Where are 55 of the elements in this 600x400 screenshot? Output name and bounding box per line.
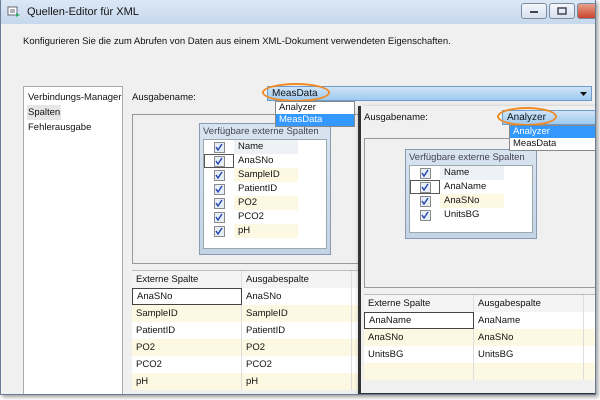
- table-cell: AnaSNo: [474, 329, 584, 346]
- checkbox[interactable]: [214, 142, 224, 152]
- output-name-dropdown[interactable]: MeasData: [267, 86, 592, 101]
- table-cell: pH: [132, 373, 242, 390]
- table-cell: PO2: [132, 339, 242, 356]
- sidebar-item[interactable]: Fehlerausgabe: [27, 120, 92, 135]
- dropdown-option[interactable]: MeasData: [510, 138, 595, 150]
- minimize-icon: [529, 8, 539, 14]
- column-header: Name: [234, 140, 298, 154]
- column-header: Externe Spalte: [132, 271, 242, 288]
- column-header: Ausgabespalte: [474, 295, 584, 312]
- panel-title: Verfügbare externe Spalten: [409, 152, 526, 164]
- window-title: Quellen-Editor für XML: [27, 6, 140, 18]
- dropdown-option[interactable]: Analyzer: [276, 102, 354, 114]
- table-cell-text: UnitsBG: [443, 208, 480, 222]
- table-cell: AnaSNo: [132, 288, 242, 305]
- checkbox[interactable]: [420, 168, 430, 178]
- sidebar-item[interactable]: Spalten: [27, 105, 62, 120]
- checkbox[interactable]: [214, 226, 224, 236]
- panel-title: Verfügbare externe Spalten: [203, 126, 320, 138]
- table-cell: SampleID: [242, 305, 352, 322]
- output-name-label: Ausgabename:: [132, 92, 197, 103]
- checkbox[interactable]: [420, 196, 430, 206]
- minimize-button[interactable]: [521, 3, 547, 19]
- maximize-icon: [557, 7, 567, 15]
- table-cell: AnaName: [364, 312, 474, 329]
- table-cell-text: PatientID: [237, 182, 278, 196]
- table-cell: pH: [234, 224, 298, 238]
- table-cell: SampleID: [234, 168, 298, 182]
- app-icon: [7, 6, 21, 18]
- table-cell: SampleID: [132, 305, 242, 322]
- description-text: Konfigurieren Sie die zum Abrufen von Daten aus einem XML-Dokument verwendeten Eigenschaften.: [23, 36, 452, 49]
- table-cell-text: PCO2: [237, 210, 265, 224]
- table-cell: AnaSNo: [440, 194, 504, 208]
- column-header: Externe Spalte: [364, 295, 474, 312]
- checkbox[interactable]: [420, 182, 430, 192]
- maximize-button[interactable]: [549, 3, 575, 19]
- checkbox[interactable]: [420, 210, 430, 220]
- table-cell: pH: [242, 373, 352, 390]
- column-header: Ausgabespalte: [242, 271, 352, 288]
- output-name-label: Ausgabename:: [364, 112, 429, 123]
- checkbox[interactable]: [214, 156, 224, 166]
- column-header: Name: [440, 166, 504, 180]
- output-name-dropdown[interactable]: Analyzer: [502, 110, 595, 125]
- checkbox[interactable]: [214, 212, 224, 222]
- table-cell: AnaSNo: [364, 329, 474, 346]
- table-cell-text: AnaSNo: [237, 154, 274, 168]
- caret-icon: [580, 92, 587, 96]
- checkbox[interactable]: [214, 184, 224, 194]
- sidebar-item[interactable]: Verbindungs-Manager: [27, 90, 122, 105]
- checkbox[interactable]: [214, 170, 224, 180]
- table-cell-text: AnaName: [443, 180, 488, 194]
- table-cell: PO2: [234, 196, 298, 210]
- table-cell: PO2: [242, 339, 352, 356]
- checkbox[interactable]: [214, 198, 224, 208]
